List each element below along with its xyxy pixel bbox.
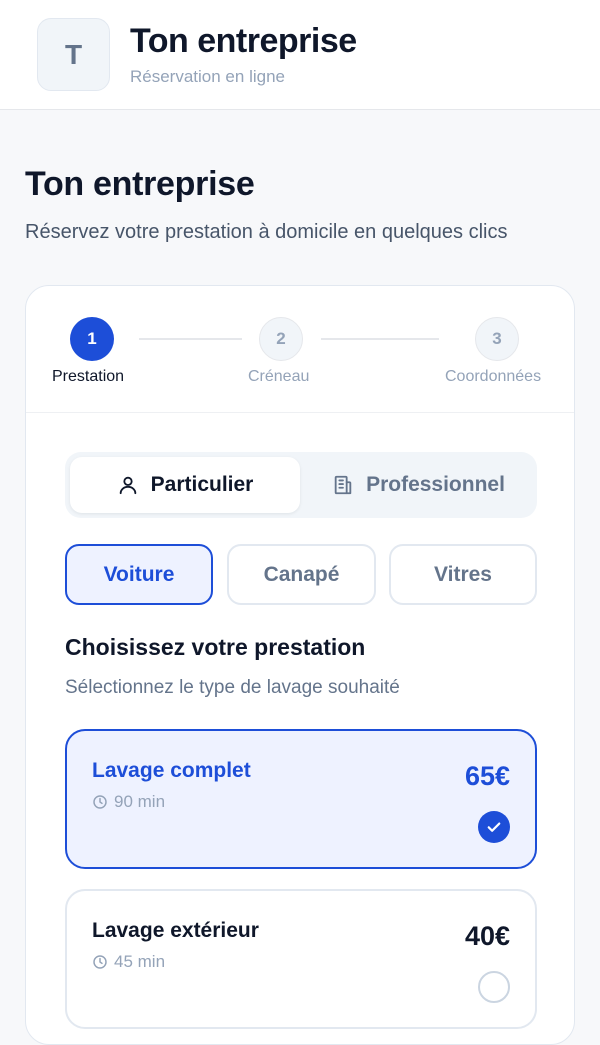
- prestation-duration: 90 min: [92, 792, 165, 812]
- prestation-name: Lavage complet: [92, 759, 251, 782]
- logo-letter: T: [64, 38, 83, 70]
- prestation-duration: 45 min: [92, 952, 165, 972]
- page-subtitle: Réservez votre prestation à domicile en …: [25, 221, 508, 243]
- customer-type-particulier-label: Particulier: [150, 473, 254, 496]
- prestation-option-lavage-exterieur[interactable]: Lavage extérieur 45 min 40€: [65, 889, 537, 1029]
- brand-name: Ton entreprise: [130, 22, 357, 60]
- step-3-number: 3: [492, 329, 502, 348]
- clock-icon: [93, 955, 107, 969]
- step-connector: [321, 338, 439, 340]
- customer-type-toggle: Particulier Professionnel: [65, 452, 537, 518]
- booking-card: 1 Prestation 2 Créneau 3 Coordonnées Par…: [25, 285, 575, 1045]
- unselected-radio-indicator[interactable]: [478, 971, 510, 1003]
- prestation-price: 40€: [464, 921, 510, 951]
- prestation-option-lavage-complet[interactable]: Lavage complet 90 min 65€: [65, 729, 537, 869]
- customer-type-particulier-button[interactable]: Particulier: [70, 457, 300, 513]
- step-1-label: Prestation: [52, 368, 125, 385]
- service-type-vitres[interactable]: Vitres: [389, 544, 537, 605]
- service-type-canape[interactable]: Canapé: [227, 544, 376, 605]
- service-type-voiture[interactable]: Voiture: [65, 544, 213, 605]
- brand-subtitle: Réservation en ligne: [130, 67, 285, 86]
- page-title: Ton entreprise: [25, 165, 255, 203]
- clock-icon: [93, 795, 107, 809]
- top-header: T Ton entreprise Réservation en ligne: [0, 0, 600, 110]
- company-logo: T: [37, 18, 110, 91]
- prestation-price: 65€: [464, 761, 510, 791]
- prestation-duration-text: 45 min: [114, 952, 166, 971]
- step-2-label: Créneau: [248, 368, 310, 385]
- step-2-indicator: 2: [259, 317, 303, 361]
- selected-check-indicator: [478, 811, 510, 843]
- section-title: Choisissez votre prestation: [65, 634, 366, 660]
- checkmark-icon: [487, 822, 501, 832]
- step-1-indicator: 1: [70, 317, 114, 361]
- step-1-number: 1: [87, 329, 97, 348]
- prestation-name: Lavage extérieur: [92, 919, 259, 942]
- prestation-duration-text: 90 min: [114, 792, 166, 811]
- customer-type-professionnel-button[interactable]: Professionnel: [305, 457, 532, 513]
- building-icon: [334, 475, 352, 495]
- step-3-indicator: 3: [475, 317, 519, 361]
- booking-stepper: 1 Prestation 2 Créneau 3 Coordonnées: [26, 286, 574, 413]
- section-subtitle: Sélectionnez le type de lavage souhaité: [65, 677, 400, 698]
- user-icon: [119, 476, 136, 495]
- step-3-label: Coordonnées: [445, 368, 542, 385]
- step-connector: [139, 338, 242, 340]
- step-2-number: 2: [276, 329, 286, 348]
- customer-type-professionnel-label: Professionnel: [366, 473, 505, 496]
